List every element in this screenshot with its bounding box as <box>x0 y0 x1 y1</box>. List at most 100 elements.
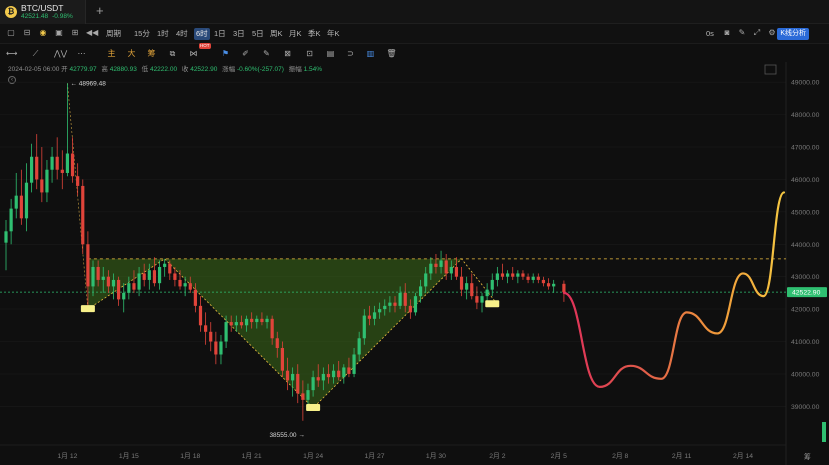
pattern-tool-icon[interactable]: ⋈ <box>188 48 199 59</box>
compare-icon[interactable]: ⊟ <box>22 28 32 38</box>
candle-body <box>76 176 80 186</box>
candle-body <box>70 153 75 177</box>
period-15m[interactable]: 15分 <box>134 28 150 40</box>
candle-body <box>485 289 489 297</box>
period-year[interactable]: 年K <box>327 28 340 40</box>
grid-icon[interactable]: ⊞ <box>70 28 80 38</box>
x-tick-label: 2月 2 <box>489 452 505 460</box>
candle-body <box>168 263 172 274</box>
replay-icon[interactable]: ◉ <box>38 28 48 38</box>
candle-body <box>454 266 459 277</box>
gear-icon[interactable]: ⚙ <box>767 28 777 38</box>
pen-icon[interactable]: ✐ <box>240 48 251 59</box>
period-5d[interactable]: 5日 <box>252 28 264 40</box>
candle-body <box>516 273 520 277</box>
period-week[interactable]: 周K <box>270 28 283 40</box>
candle-body <box>418 286 423 297</box>
period-1h[interactable]: 1时 <box>157 28 169 40</box>
period-toolbar: ▢ ⊟ ◉ ▣ ⊞ ◀◀ 周期 15分 1时 4时 6时 1日 3日 5日 周K… <box>0 24 829 44</box>
flag-icon[interactable]: ⚑ <box>220 48 231 59</box>
candle-body <box>60 169 64 173</box>
tab-btc-usdt[interactable]: ₿ BTC/USDT 42521.48 -0.98% <box>0 0 86 24</box>
candle-body <box>306 390 310 400</box>
period-cycle-menu[interactable]: 周期 <box>106 28 121 40</box>
candle-body <box>321 373 325 381</box>
candle-body <box>449 266 453 274</box>
candle-body <box>291 373 295 381</box>
candle-body <box>398 292 402 306</box>
candle-body <box>362 315 366 339</box>
candle-body <box>96 266 100 280</box>
chips-button[interactable]: 筹 <box>146 48 157 59</box>
candle-body <box>122 292 126 300</box>
current-price-label: 42522.90 <box>792 290 821 297</box>
candle-body <box>132 283 136 290</box>
kline-analysis-button[interactable]: K线分析 <box>777 28 809 40</box>
measure-icon[interactable]: ⊠ <box>282 48 293 59</box>
candle-body <box>65 153 70 173</box>
candle-body <box>173 273 177 280</box>
tab-quote: 42521.48 -0.98% <box>21 13 77 20</box>
magnet-icon[interactable]: ⊃ <box>345 48 356 59</box>
candle-body <box>500 273 505 277</box>
period-month[interactable]: 月K <box>289 28 302 40</box>
x-tick-label: 2月 11 <box>672 452 692 460</box>
trend-line-icon[interactable]: ⟋ <box>30 48 41 59</box>
layout-icon[interactable]: ▢ <box>6 28 16 38</box>
candle-body <box>301 393 305 400</box>
candle-body <box>147 270 151 280</box>
settings-icon[interactable]: ▣ <box>54 28 64 38</box>
copy-icon[interactable]: ⧉ <box>167 48 178 59</box>
candle-body <box>326 373 331 378</box>
x-tick-label: 1月 18 <box>180 452 200 460</box>
x-tick-label: 1月 30 <box>426 452 446 460</box>
volume-bar <box>822 422 826 442</box>
candle-body <box>209 331 213 342</box>
period-1d[interactable]: 1日 <box>214 28 226 40</box>
rewind-icon[interactable]: ◀◀ <box>86 28 98 38</box>
candle-body <box>101 276 105 280</box>
candle-body <box>24 182 29 219</box>
candle-body <box>480 296 484 303</box>
x-tick-label: 2月 5 <box>551 452 567 460</box>
candle-body <box>183 283 187 287</box>
x-tick-label: 2月 14 <box>733 452 753 460</box>
period-4h[interactable]: 4时 <box>176 28 188 40</box>
brush-icon[interactable]: ✎ <box>261 48 272 59</box>
drawing-toolbar: ⟷ ⟋ ⋀⋁ ⋯ 主 大 筹 ⧉ ⋈ HOT ⚑ ✐ ✎ ⊠ ⊡ ▤ ⊃ ▥ 🗑 <box>0 43 829 62</box>
candle-body <box>546 283 551 287</box>
candle-body <box>470 283 474 297</box>
big-order-button[interactable]: 大 <box>126 48 137 59</box>
hot-badge: HOT <box>199 43 211 49</box>
candle-body <box>536 276 540 280</box>
candle-body <box>280 348 284 371</box>
y-tick-label: 39000.00 <box>791 404 820 411</box>
candle-body <box>357 338 361 355</box>
candle-body <box>229 322 233 326</box>
horizontal-line-icon[interactable]: ⟷ <box>6 48 17 59</box>
period-3d[interactable]: 3日 <box>233 28 245 40</box>
edit-icon[interactable]: ✎ <box>737 28 747 38</box>
candle-body <box>270 318 274 339</box>
main-indicator-button[interactable]: 主 <box>106 48 117 59</box>
eye-icon[interactable]: ▥ <box>365 48 376 59</box>
period-6h[interactable]: 6时 <box>194 28 210 40</box>
trash-icon[interactable]: 🗑 <box>386 48 397 59</box>
candlestick-chart[interactable]: 39000.00 40000.00 41000.00 42000.00 43000.00… <box>0 62 829 465</box>
candle-body <box>234 322 238 326</box>
tab-symbol: BTC/USDT <box>21 3 64 13</box>
add-tab-button[interactable]: + <box>96 3 104 19</box>
fullscreen-icon[interactable]: ⤢ <box>752 28 762 38</box>
x-tick-label: 1月 12 <box>57 452 77 460</box>
note-icon[interactable]: ▤ <box>325 48 336 59</box>
y-tick-label: 48000.00 <box>791 112 820 119</box>
lock-icon[interactable]: ⊡ <box>304 48 315 59</box>
candle-body <box>29 156 34 183</box>
candle-body <box>372 312 377 319</box>
camera-icon[interactable]: ◙ <box>722 28 732 38</box>
y-tick-label: 46000.00 <box>791 177 820 184</box>
wave-pattern-icon[interactable]: ⋀⋁ <box>54 48 67 59</box>
more-icon[interactable]: ⋯ <box>76 48 87 59</box>
period-quarter[interactable]: 季K <box>308 28 321 40</box>
candle-body <box>495 273 499 280</box>
